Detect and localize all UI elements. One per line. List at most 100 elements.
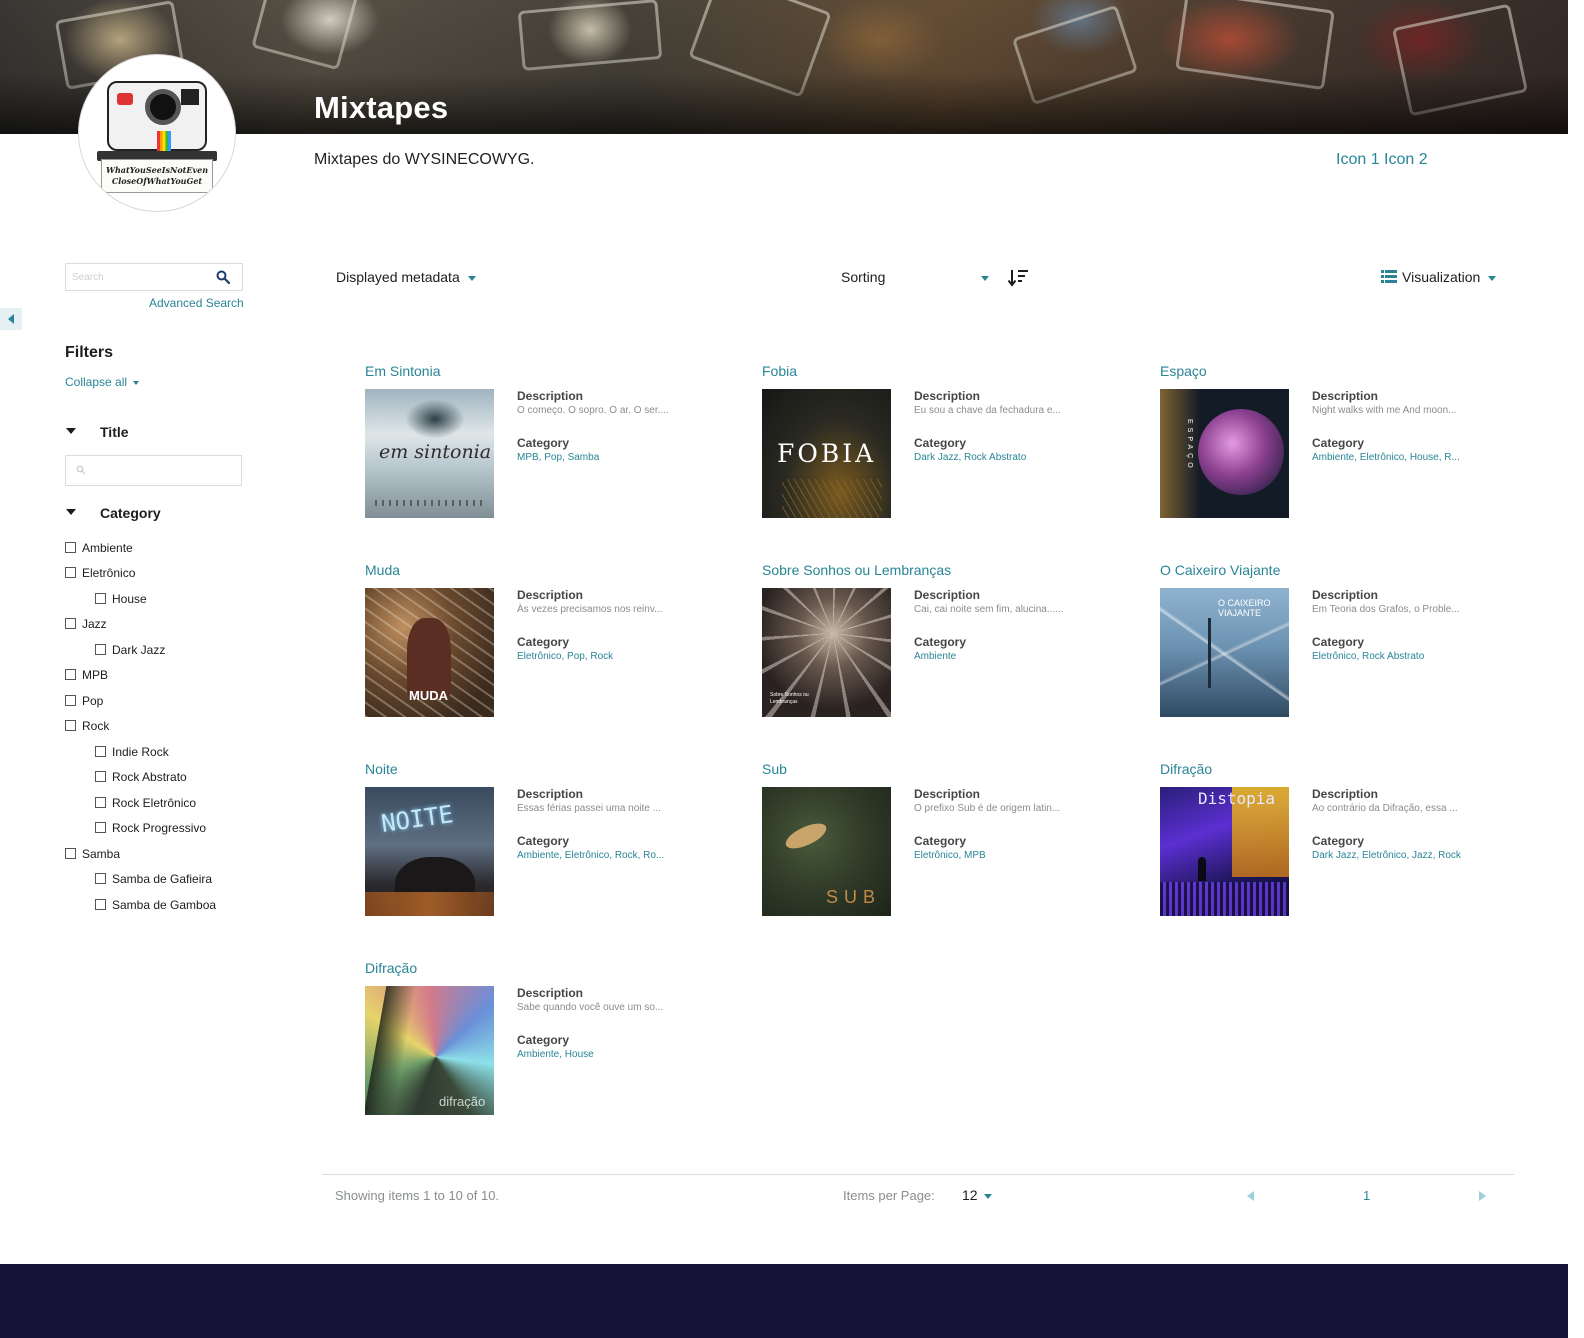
category-checkbox-dark-jazz[interactable]: Dark Jazz	[95, 643, 165, 657]
item-card: Difração Distopia Description Ao contrár…	[1160, 761, 1520, 931]
sort-direction-icon[interactable]	[1007, 268, 1031, 288]
next-page-icon[interactable]	[1479, 1191, 1486, 1201]
facet-category-label: Category	[100, 505, 161, 521]
item-title-link[interactable]: Espaço	[1160, 363, 1207, 379]
chevron-down-icon	[981, 276, 989, 281]
visualization-dropdown[interactable]: Visualization	[1381, 269, 1497, 285]
item-thumbnail[interactable]: em sintonia	[365, 389, 494, 518]
category-label: Category	[1312, 635, 1365, 649]
category-checkbox-jazz[interactable]: Jazz	[65, 617, 107, 631]
item-title-link[interactable]: Difração	[1160, 761, 1212, 777]
item-thumbnail[interactable]: SUB	[762, 787, 891, 916]
category-value[interactable]: Ambiente	[914, 650, 1074, 664]
item-title-link[interactable]: Fobia	[762, 363, 797, 379]
header-icon-1[interactable]: Icon 1	[1336, 151, 1380, 168]
category-label: Category	[517, 1033, 570, 1047]
item-thumbnail[interactable]: MUDA	[365, 588, 494, 717]
category-value[interactable]: Ambiente, House	[517, 1048, 677, 1062]
category-value[interactable]: Eletrônico, MPB	[914, 849, 1074, 863]
search-icon	[76, 465, 86, 475]
page-title: Mixtapes	[314, 90, 449, 125]
search-input[interactable]	[66, 264, 206, 290]
category-value[interactable]: Ambiente, Eletrônico, Rock, Ro...	[517, 849, 677, 863]
description-value: Às vezes precisamos nos reinv...	[517, 604, 663, 615]
item-title-link[interactable]: Difração	[365, 960, 417, 976]
category-checkbox-pop[interactable]: Pop	[65, 694, 103, 708]
item-card: Muda MUDA Description Às vezes precisamo…	[365, 562, 725, 732]
item-title-link[interactable]: Muda	[365, 562, 400, 578]
category-label: Category	[517, 436, 570, 450]
item-card: O Caixeiro Viajante O CAIXEIRO VIAJANTE …	[1160, 562, 1520, 732]
item-thumbnail[interactable]: ESPAÇO	[1160, 389, 1289, 518]
item-thumbnail[interactable]: NOITE	[365, 787, 494, 916]
page-number-current[interactable]: 1	[1363, 1188, 1370, 1203]
description-label: Description	[517, 787, 584, 801]
description-value: Night walks with me And moon...	[1312, 405, 1457, 416]
description-value: Sabe quando você ouve um so...	[517, 1002, 664, 1013]
item-title-link[interactable]: Sobre Sonhos ou Lembranças	[762, 562, 951, 578]
description-label: Description	[517, 986, 584, 1000]
category-checkbox-ambiente[interactable]: Ambiente	[65, 541, 133, 555]
header-icon-2[interactable]: Icon 2	[1384, 151, 1428, 168]
category-value[interactable]: MPB, Pop, Samba	[517, 451, 677, 465]
title-filter-input[interactable]	[65, 455, 242, 486]
description-value: O prefixo Sub é de origem latin...	[914, 803, 1061, 814]
category-checkbox-samba-de-gafieira[interactable]: Samba de Gafieira	[95, 872, 212, 886]
description-label: Description	[517, 389, 584, 403]
item-thumbnail[interactable]: Distopia	[1160, 787, 1289, 916]
description-value: Em Teoria dos Grafos, o Proble...	[1312, 604, 1460, 615]
item-thumbnail[interactable]: O CAIXEIRO VIAJANTE	[1160, 588, 1289, 717]
item-metadata: Description O começo. O sopro. O ar. O s…	[517, 389, 677, 465]
chevron-down-icon	[133, 380, 140, 385]
item-card: Difração difração Description Sabe quand…	[365, 960, 725, 1130]
category-value[interactable]: Eletrônico, Pop, Rock	[517, 650, 677, 664]
previous-page-icon[interactable]	[1247, 1191, 1254, 1201]
item-title-link[interactable]: Noite	[365, 761, 398, 777]
collapse-all-button[interactable]: Collapse all	[65, 375, 140, 389]
item-thumbnail[interactable]: difração	[365, 986, 494, 1115]
item-metadata: Description Às vezes precisamos nos rein…	[517, 588, 677, 664]
category-checkbox-rock-eletronico[interactable]: Rock Eletrônico	[95, 796, 196, 810]
item-thumbnail[interactable]: Sobre Sonhos ou Lembranças	[762, 588, 891, 717]
displayed-metadata-label: Displayed metadata	[336, 269, 460, 285]
item-title-link[interactable]: Em Sintonia	[365, 363, 440, 379]
search-icon[interactable]	[216, 270, 230, 284]
chevron-down-icon	[983, 1193, 992, 1199]
category-value[interactable]: Eletrônico, Rock Abstrato	[1312, 650, 1472, 664]
collapse-triangle-icon	[66, 509, 76, 515]
items-per-page-select[interactable]: 12	[962, 1187, 992, 1203]
category-checkbox-rock[interactable]: Rock	[65, 719, 109, 733]
category-value[interactable]: Dark Jazz, Eletrônico, Jazz, Rock	[1312, 849, 1472, 863]
category-label: Category	[1312, 436, 1365, 450]
category-checkbox-eletronico[interactable]: Eletrônico	[65, 566, 135, 580]
category-value[interactable]: Ambiente, Eletrônico, House, R...	[1312, 451, 1472, 465]
category-checkbox-samba[interactable]: Samba	[65, 847, 120, 861]
item-title-link[interactable]: Sub	[762, 761, 787, 777]
category-label: Category	[517, 834, 570, 848]
category-checkbox-house[interactable]: House	[95, 592, 147, 606]
displayed-metadata-dropdown[interactable]: Displayed metadata	[336, 269, 476, 285]
item-card: Sub SUB Description O prefixo Sub é de o…	[762, 761, 1122, 931]
item-thumbnail[interactable]: FOBIA	[762, 389, 891, 518]
description-label: Description	[914, 787, 981, 801]
list-view-icon	[1381, 270, 1397, 283]
item-title-link[interactable]: O Caixeiro Viajante	[1160, 562, 1280, 578]
advanced-search-link[interactable]: Advanced Search	[149, 296, 244, 310]
category-label: Category	[914, 834, 967, 848]
description-value: Essas férias passei uma noite ...	[517, 803, 661, 814]
description-label: Description	[1312, 787, 1379, 801]
category-checkbox-rock-abstrato[interactable]: Rock Abstrato	[95, 770, 187, 784]
item-metadata: Description Essas férias passei uma noit…	[517, 787, 677, 863]
item-card: Fobia FOBIA Description Eu sou a chave d…	[762, 363, 1122, 533]
collapse-sidebar-button[interactable]	[0, 308, 22, 330]
facet-title-label: Title	[100, 424, 129, 440]
category-checkbox-samba-de-gamboa[interactable]: Samba de Gamboa	[95, 898, 216, 912]
category-checkbox-rock-progressivo[interactable]: Rock Progressivo	[95, 821, 206, 835]
description-value: O começo. O sopro. O ar. O ser....	[517, 405, 669, 416]
category-checkbox-mpb[interactable]: MPB	[65, 668, 108, 682]
category-checkbox-indie-rock[interactable]: Indie Rock	[95, 745, 169, 759]
category-value[interactable]: Dark Jazz, Rock Abstrato	[914, 451, 1074, 465]
item-card: Sobre Sonhos ou Lembranças Sobre Sonhos …	[762, 562, 1122, 732]
sorting-dropdown[interactable]: Sorting	[841, 269, 991, 285]
collection-description: Mixtapes do WYSINECOWYG.	[314, 151, 535, 168]
